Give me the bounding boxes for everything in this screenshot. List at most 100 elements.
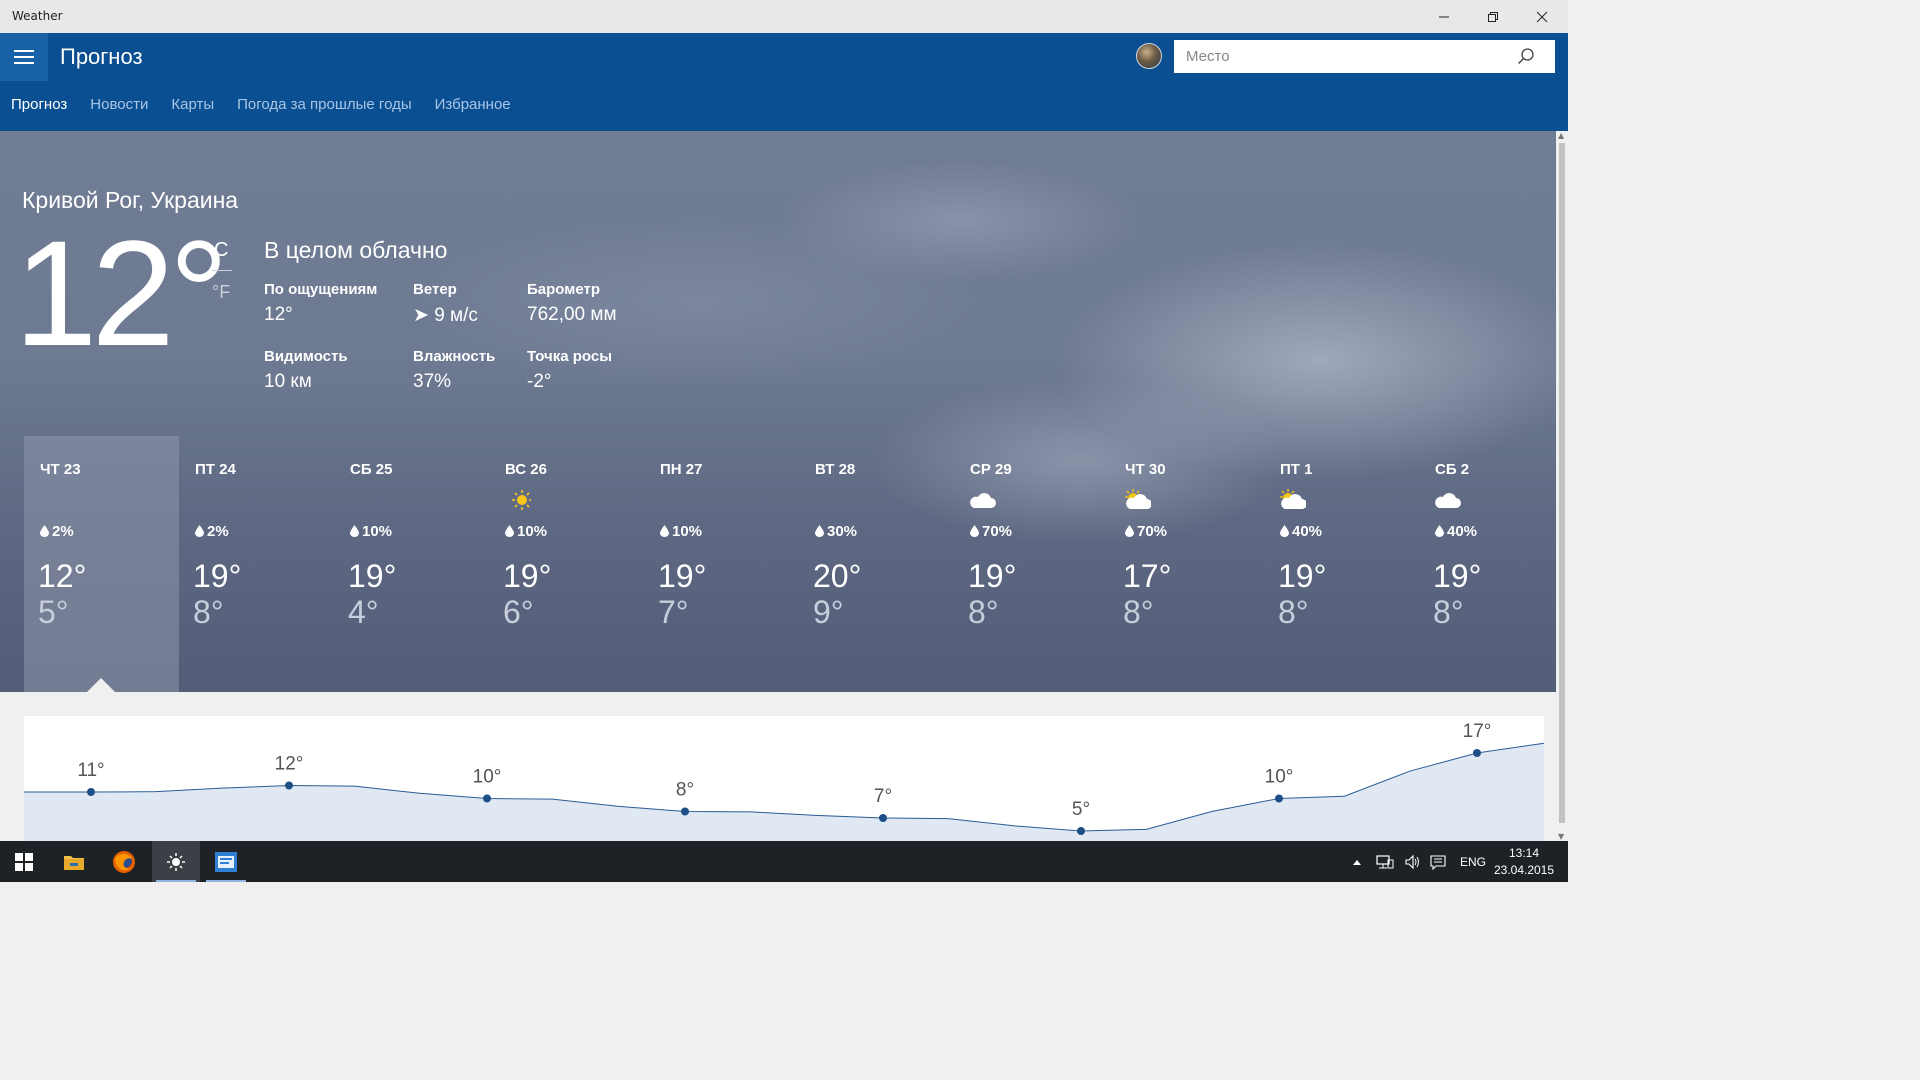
detail-feels-like: По ощущениям 12° <box>264 281 377 326</box>
high-temp: 20° <box>813 558 862 594</box>
chart-point-label: 10° <box>473 767 502 788</box>
chart-point[interactable] <box>483 794 491 803</box>
weather-app-icon <box>167 852 185 871</box>
hamburger-menu-button[interactable] <box>0 33 48 81</box>
precip-value: 40% <box>1447 523 1478 540</box>
user-avatar[interactable] <box>1136 43 1162 69</box>
tab-forecast[interactable]: Прогноз <box>11 96 67 118</box>
detail-value: 762,00 мм <box>527 304 617 325</box>
minimize-icon <box>1439 16 1449 17</box>
forecast-day-5[interactable]: ВТ 28 30% 20° 9° <box>799 436 954 692</box>
detail-value: 10 км <box>264 371 312 392</box>
forecast-day-2[interactable]: СБ 25 10% 19° 4° <box>334 436 489 692</box>
chart-point-label: 12° <box>275 754 304 775</box>
low-temp: 8° <box>968 594 999 630</box>
low-temp: 5° <box>38 594 69 630</box>
chart-area-fill <box>24 743 1544 841</box>
search-icon[interactable] <box>1517 47 1535 65</box>
close-button[interactable] <box>1518 0 1566 33</box>
action-center-icon[interactable] <box>1430 854 1446 870</box>
tab-news[interactable]: Новости <box>90 96 148 118</box>
forecast-day-0[interactable]: ЧТ 23 2% 12° 5° <box>24 436 179 692</box>
chart-point[interactable] <box>1077 827 1085 835</box>
chart-point[interactable] <box>87 788 95 796</box>
chart-point[interactable] <box>285 781 293 790</box>
start-icon <box>15 852 33 871</box>
section-nav: Прогноз Новости Карты Погода за прошлые … <box>0 96 523 118</box>
taskbar-window-app[interactable] <box>202 841 250 882</box>
scroll-thumb[interactable] <box>1559 143 1565 823</box>
start-button[interactable] <box>0 841 48 882</box>
forecast-day-3[interactable]: ВС 26 10% 19° 6° <box>489 436 644 692</box>
chart-point-label: 7° <box>874 786 892 807</box>
detail-barometer: Барометр 762,00 мм <box>527 281 617 326</box>
forecast-day-4[interactable]: ПН 27 10% 19° 7° <box>644 436 799 692</box>
search-box <box>1174 40 1555 73</box>
detail-label: Влажность <box>413 348 496 365</box>
tab-favorites[interactable]: Избранное <box>435 96 511 118</box>
restore-icon <box>1488 11 1498 22</box>
detail-value: 12° <box>264 304 293 325</box>
detail-label: Видимость <box>264 348 348 365</box>
precip-value: 2% <box>207 523 229 540</box>
show-hidden-icons-icon[interactable] <box>1352 858 1362 866</box>
high-temp: 19° <box>968 558 1017 594</box>
weather-app-window: Weather Прогноз Прогноз Новости Карты <box>0 0 1568 882</box>
raindrop-icon <box>350 525 359 537</box>
taskbar-firefox[interactable] <box>100 841 148 882</box>
taskbar-clock[interactable]: 13:14 23.04.2015 <box>1488 845 1560 879</box>
low-temp: 6° <box>503 594 534 630</box>
chart-point[interactable] <box>879 814 887 822</box>
file-explorer-icon <box>64 855 84 870</box>
forecast-day-7[interactable]: ЧТ 30 70% 17° 8° <box>1109 436 1264 692</box>
scroll-up-arrow-icon[interactable]: ▲ <box>1558 131 1564 140</box>
current-temperature: 12° <box>14 209 229 377</box>
vertical-scrollbar[interactable]: ▲ ▼ <box>1556 131 1568 841</box>
precip-chance: 70% <box>1125 523 1167 540</box>
high-temp: 12° <box>38 558 87 594</box>
system-tray: ENG <box>1352 841 1486 882</box>
scroll-down-arrow-icon[interactable]: ▼ <box>1558 832 1564 841</box>
tab-historical-weather[interactable]: Погода за прошлые годы <box>237 96 412 118</box>
chart-point-label: 17° <box>1463 721 1492 742</box>
location-search-input[interactable] <box>1174 40 1514 73</box>
precip-chance: 10% <box>660 523 702 540</box>
detail-label: Ветер <box>413 281 457 298</box>
taskbar-weather[interactable] <box>152 841 200 882</box>
day-name: ЧТ 30 <box>1125 461 1166 478</box>
detail-label: По ощущениям <box>264 281 378 298</box>
input-language-indicator[interactable]: ENG <box>1460 855 1486 869</box>
detail-visibility: Видимость 10 км <box>264 348 348 393</box>
chart-point[interactable] <box>1473 749 1481 757</box>
celsius-toggle[interactable]: C <box>214 239 228 262</box>
high-temp: 19° <box>1433 558 1482 594</box>
minimize-button[interactable] <box>1420 0 1468 33</box>
network-icon[interactable] <box>1376 854 1394 870</box>
restore-button[interactable] <box>1469 0 1517 33</box>
partly-sunny-icon <box>1125 489 1151 509</box>
precip-chance: 10% <box>350 523 392 540</box>
chart-point[interactable] <box>1275 794 1283 803</box>
day-name: ПТ 24 <box>195 461 236 478</box>
chart-point-label: 8° <box>676 780 694 801</box>
taskbar: ENG 13:14 23.04.2015 <box>0 841 1568 882</box>
volume-icon[interactable] <box>1404 854 1420 870</box>
fahrenheit-toggle[interactable]: °F <box>212 282 230 303</box>
forecast-day-8[interactable]: ПТ 1 40% 19° 8° <box>1264 436 1419 692</box>
precip-value: 2% <box>52 523 74 540</box>
unit-divider <box>212 270 232 271</box>
chart-point[interactable] <box>681 807 689 816</box>
raindrop-icon <box>815 525 824 537</box>
forecast-day-6[interactable]: СР 29 70% 19° 8° <box>954 436 1109 692</box>
high-temp: 19° <box>348 558 397 594</box>
forecast-day-1[interactable]: ПТ 24 2% 19° 8° <box>179 436 334 692</box>
detail-value: 37% <box>413 371 452 392</box>
high-temp: 19° <box>1278 558 1327 594</box>
title-bar: Weather <box>0 0 1568 33</box>
hourly-temperature-chart: 11° 12° 10° 8° 7° 5° 10° 17° <box>24 716 1544 841</box>
forecast-day-9[interactable]: СБ 2 40% 19° 8° <box>1419 436 1568 692</box>
day-name: ПН 27 <box>660 461 703 478</box>
precip-chance: 2% <box>40 523 74 540</box>
tab-maps[interactable]: Карты <box>171 96 214 118</box>
taskbar-file-explorer[interactable] <box>50 841 98 882</box>
